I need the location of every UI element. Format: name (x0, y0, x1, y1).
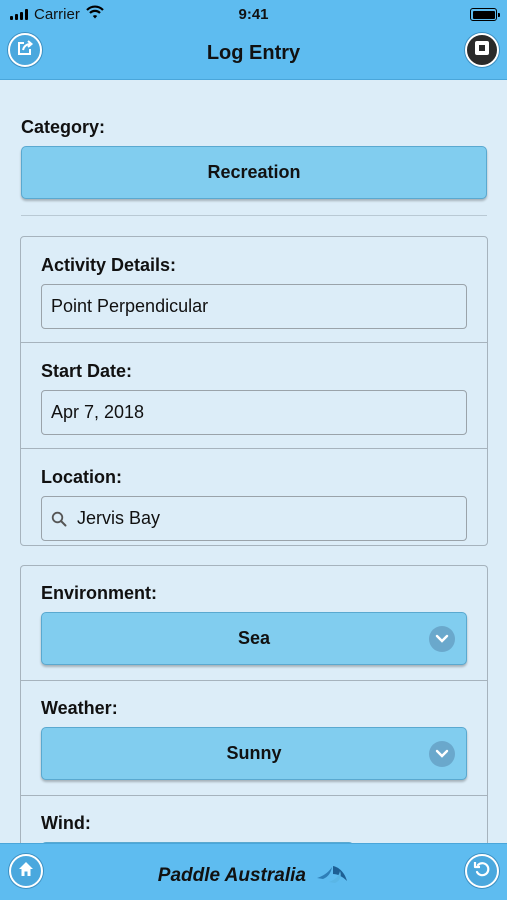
search-icon (51, 511, 67, 527)
status-bar: Carrier 9:41 (0, 0, 507, 28)
location-value: Jervis Bay (77, 508, 161, 528)
start-date-value: Apr 7, 2018 (51, 402, 145, 422)
form-content[interactable]: Category: Recreation Activity Details: P… (0, 81, 507, 843)
wind-label: Wind: (41, 813, 91, 833)
battery-icon (470, 8, 500, 21)
environment-select[interactable]: Sea (41, 612, 467, 665)
undo-button[interactable] (465, 854, 499, 888)
brand: Paddle Australia (0, 862, 507, 890)
stop-icon (473, 39, 491, 62)
top-bar: Carrier 9:41 Log Entry (0, 0, 507, 80)
bottom-bar: Paddle Australia (0, 843, 507, 900)
divider (21, 215, 487, 216)
page-title: Log Entry (206, 42, 301, 64)
start-date-field[interactable]: Apr 7, 2018 (41, 390, 467, 435)
activity-details-field[interactable]: Point Perpendicular (41, 284, 467, 329)
paddle-australia-logo (315, 862, 349, 890)
category-button[interactable]: Recreation (21, 146, 487, 199)
brand-name: Paddle Australia (157, 865, 306, 887)
row-divider (21, 448, 487, 449)
row-divider (21, 342, 487, 343)
environment-label: Environment: (41, 583, 158, 603)
row-divider (21, 680, 487, 681)
conditions-group: Environment: Sea Weather: Sunny Wind: (20, 565, 488, 843)
weather-label: Weather: (41, 698, 118, 718)
clock: 9:41 (238, 6, 269, 23)
weather-value: Sunny (226, 743, 282, 763)
activity-details-label: Activity Details: (41, 255, 177, 275)
location-label: Location: (41, 467, 122, 487)
chevron-down-icon (429, 626, 455, 652)
chevron-down-icon (429, 741, 455, 767)
stop-button[interactable] (465, 33, 499, 67)
details-group: Activity Details: Point Perpendicular St… (20, 236, 488, 546)
category-label: Category: (21, 117, 106, 137)
location-search-field[interactable]: Jervis Bay (41, 496, 467, 541)
weather-select[interactable]: Sunny (41, 727, 467, 780)
activity-details-value: Point Perpendicular (51, 296, 209, 316)
row-divider (21, 795, 487, 796)
undo-icon (473, 860, 491, 883)
start-date-label: Start Date: (41, 361, 133, 381)
environment-value: Sea (237, 628, 271, 648)
